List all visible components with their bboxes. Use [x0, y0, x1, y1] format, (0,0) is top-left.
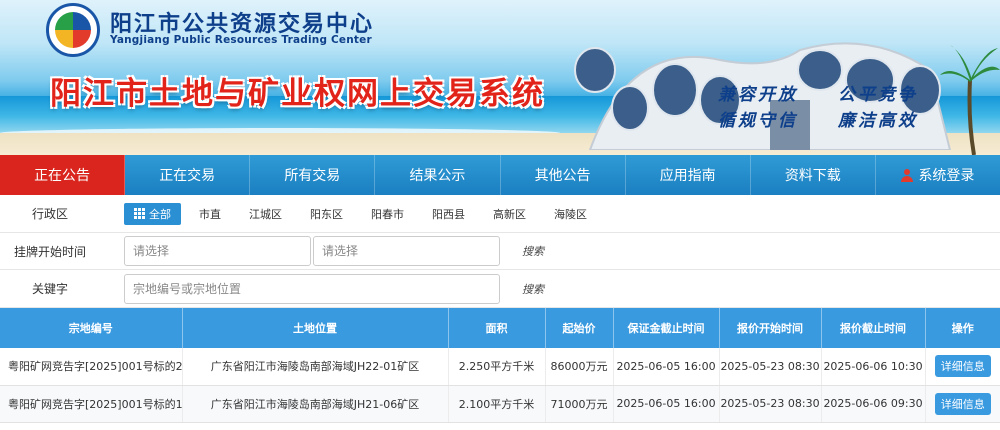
- region-yangdong[interactable]: 阳东区: [300, 203, 353, 225]
- region-yangchun[interactable]: 阳春市: [361, 203, 414, 225]
- cell-location: 广东省阳江市海陵岛南部海域JH22-01矿区: [182, 348, 449, 386]
- slogan-2: 公平竞争: [838, 85, 918, 105]
- table-row: 粤阳矿网竞告字[2025]001号标的1 广东省阳江市海陵岛南部海域JH21-0…: [0, 385, 1000, 423]
- date-label: 挂牌开始时间: [13, 244, 86, 259]
- col-header-bid-end: 报价截止时间: [821, 308, 926, 348]
- col-header-id: 宗地编号: [0, 308, 183, 348]
- slogan-4: 廉洁高效: [838, 111, 918, 131]
- cell-price: 86000万元: [545, 348, 614, 386]
- main-nav: 正在公告 正在交易 所有交易 结果公示 其他公告 应用指南 资料下载 系统登录: [0, 155, 1000, 195]
- cell-id: 粤阳矿网竞告字[2025]001号标的1: [0, 385, 183, 423]
- org-name-en: Yangjiang Public Resources Trading Cente…: [110, 34, 372, 46]
- cell-id: 粤阳矿网竞告字[2025]001号标的2: [0, 348, 183, 386]
- user-icon: [901, 168, 914, 182]
- nav-trading-now[interactable]: 正在交易: [125, 155, 251, 195]
- cell-location: 广东省阳江市海陵岛南部海域JH21-06矿区: [182, 385, 449, 423]
- slogan-1: 兼容开放: [718, 85, 798, 105]
- date-end-input[interactable]: [313, 236, 500, 266]
- keyword-filter-row: 关键字 搜索: [0, 270, 1000, 308]
- cell-action: 详细信息: [925, 385, 1000, 423]
- col-header-deposit-deadline: 保证金截止时间: [613, 308, 720, 348]
- listing-table: 宗地编号 土地位置 面积 起始价 保证金截止时间 报价开始时间 报价截止时间 操…: [0, 308, 1000, 423]
- col-header-price: 起始价: [545, 308, 614, 348]
- nav-downloads[interactable]: 资料下载: [751, 155, 876, 195]
- col-header-location: 土地位置: [182, 308, 449, 348]
- cell-area: 2.100平方千米: [448, 385, 546, 423]
- grid-icon: [134, 208, 145, 219]
- date-search-button[interactable]: 搜索: [522, 243, 544, 259]
- header-banner: 阳江市公共资源交易中心 Yangjiang Public Resources T…: [0, 0, 1000, 155]
- detail-button[interactable]: 详细信息: [934, 392, 991, 415]
- region-label: 行政区: [31, 207, 68, 221]
- nav-guide[interactable]: 应用指南: [626, 155, 751, 195]
- region-jiangcheng[interactable]: 江城区: [239, 203, 292, 225]
- nav-results[interactable]: 结果公示: [375, 155, 501, 195]
- nav-other-announcements[interactable]: 其他公告: [501, 155, 626, 195]
- date-start-input[interactable]: [124, 236, 311, 266]
- cell-price: 71000万元: [545, 385, 614, 423]
- keyword-input[interactable]: [124, 273, 500, 304]
- table-header-row: 宗地编号 土地位置 面积 起始价 保证金截止时间 报价开始时间 报价截止时间 操…: [0, 308, 1000, 348]
- col-header-bid-start: 报价开始时间: [719, 308, 822, 348]
- col-header-action: 操作: [925, 308, 1000, 348]
- region-shizhi[interactable]: 市直: [189, 203, 231, 225]
- keyword-search-button[interactable]: 搜索: [522, 281, 544, 297]
- cell-bid-start: 2025-05-23 08:30: [719, 385, 822, 423]
- table-row: 粤阳矿网竞告字[2025]001号标的2 广东省阳江市海陵岛南部海域JH22-0…: [0, 348, 1000, 386]
- cell-bid-start: 2025-05-23 08:30: [719, 348, 822, 386]
- cell-bid-end: 2025-06-06 09:30: [821, 385, 926, 423]
- palm-tree-icon: [940, 45, 1000, 155]
- filter-panel: 行政区 全部 市直 江城区 阳东区 阳春市 阳西县 高新区 海陵区 挂牌开始时间…: [0, 195, 1000, 308]
- slogan-3: 循规守信: [718, 111, 798, 131]
- region-all-label: 全部: [149, 207, 171, 221]
- detail-button[interactable]: 详细信息: [934, 355, 991, 378]
- region-yangxi[interactable]: 阳西县: [422, 203, 475, 225]
- cell-bid-end: 2025-06-06 10:30: [821, 348, 926, 386]
- cell-deposit-deadline: 2025-06-05 16:00: [613, 348, 720, 386]
- org-logo-icon: [46, 3, 100, 57]
- cell-area: 2.250平方千米: [448, 348, 546, 386]
- nav-login-label: 系统登录: [918, 168, 975, 184]
- nav-current-announcements[interactable]: 正在公告: [0, 155, 126, 195]
- region-gaoxin[interactable]: 高新区: [483, 203, 536, 225]
- region-hailing[interactable]: 海陵区: [544, 203, 597, 225]
- date-filter-row: 挂牌开始时间 搜索: [0, 233, 1000, 270]
- nav-login[interactable]: 系统登录: [876, 155, 1000, 195]
- col-header-area: 面积: [448, 308, 546, 348]
- region-filter-row: 行政区 全部 市直 江城区 阳东区 阳春市 阳西县 高新区 海陵区: [0, 195, 1000, 233]
- system-title: 阳江市土地与矿业权网上交易系统: [50, 76, 545, 112]
- keyword-label: 关键字: [31, 282, 68, 296]
- cell-deposit-deadline: 2025-06-05 16:00: [613, 385, 720, 423]
- nav-all-trades[interactable]: 所有交易: [250, 155, 376, 195]
- region-all[interactable]: 全部: [124, 202, 181, 225]
- cell-action: 详细信息: [925, 348, 1000, 386]
